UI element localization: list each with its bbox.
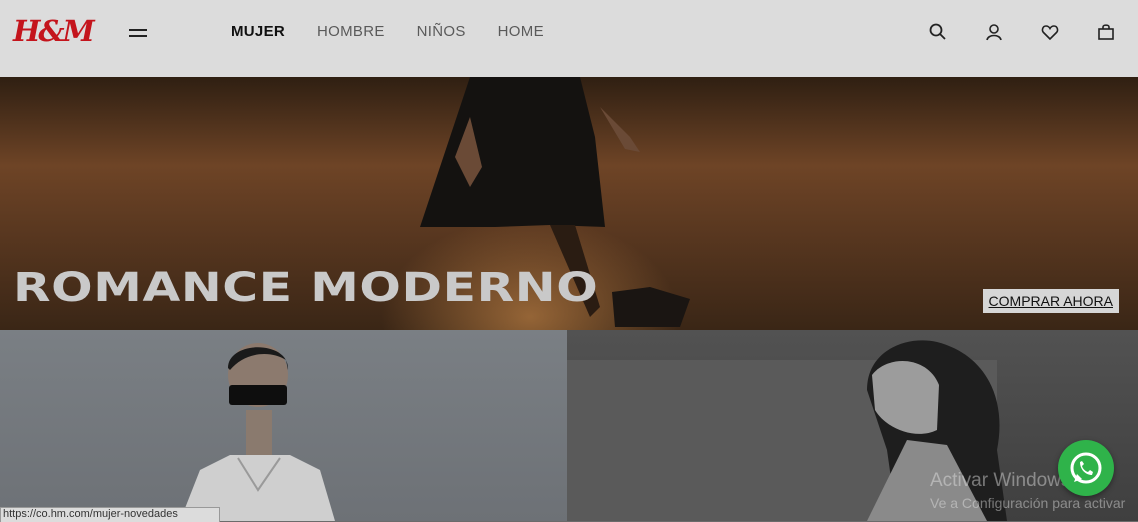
- hero-banner[interactable]: ROMANCE MODERNO COMPRAR AHORA: [0, 77, 1138, 330]
- whatsapp-icon: [1070, 452, 1102, 484]
- nav-item-home[interactable]: HOME: [498, 23, 544, 40]
- nav-item-mujer[interactable]: MUJER: [231, 23, 285, 40]
- header-icons: [928, 22, 1116, 42]
- watermark-subtitle: Ve a Configuración para activar: [930, 495, 1126, 511]
- hero-title: ROMANCE MODERNO: [13, 265, 599, 311]
- nav-item-hombre[interactable]: HOMBRE: [317, 23, 385, 40]
- account-icon[interactable]: [984, 22, 1004, 42]
- hamburger-menu-icon[interactable]: [129, 26, 149, 40]
- nav-item-ninos[interactable]: NIÑOS: [417, 23, 466, 40]
- whatsapp-chat-button[interactable]: [1058, 440, 1114, 496]
- browser-status-url: https://co.hm.com/mujer-novedades: [0, 507, 220, 522]
- main-nav: MUJER HOMBRE NIÑOS HOME: [231, 23, 544, 40]
- search-icon[interactable]: [928, 22, 948, 42]
- site-header: H&M MUJER HOMBRE NIÑOS HOME: [0, 0, 1138, 77]
- shop-now-button[interactable]: COMPRAR AHORA: [982, 289, 1119, 313]
- promo-tile-left[interactable]: [0, 330, 567, 521]
- favorites-icon[interactable]: [1040, 22, 1060, 42]
- model-image-left: [180, 343, 335, 521]
- hm-logo[interactable]: H&M: [13, 14, 95, 48]
- bag-icon[interactable]: [1096, 22, 1116, 42]
